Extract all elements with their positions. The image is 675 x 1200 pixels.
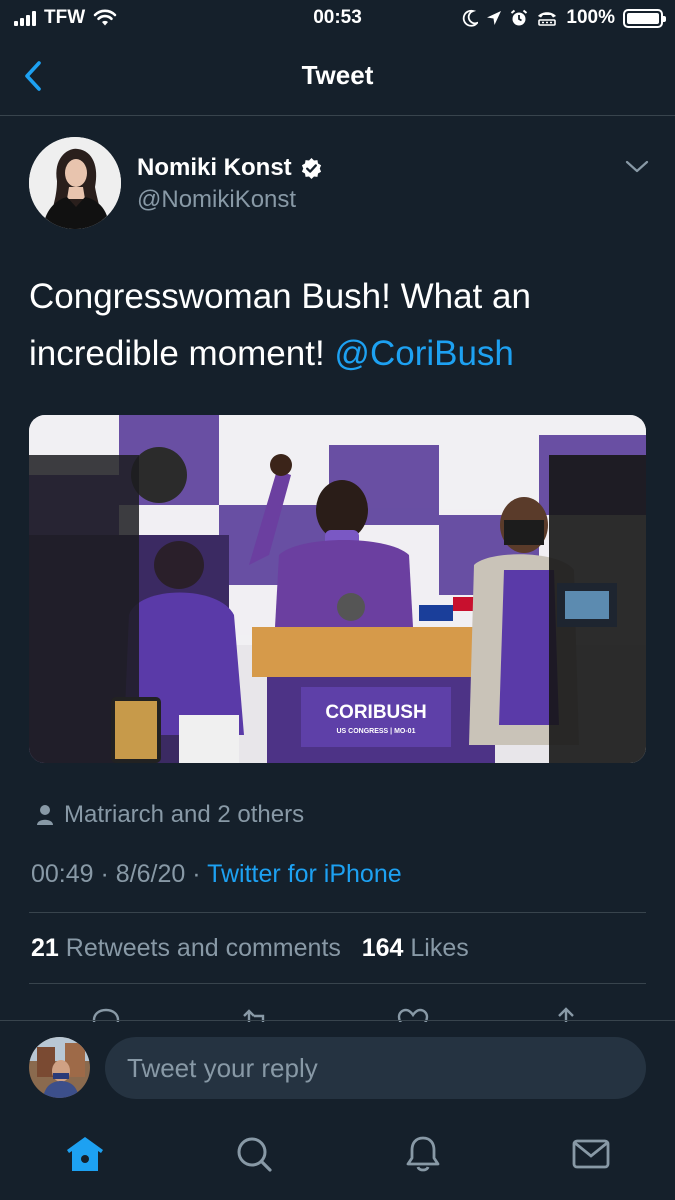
author-name[interactable]: Nomiki Konst <box>137 154 323 182</box>
page-title: Tweet <box>301 60 374 90</box>
retweets-stat[interactable]: 21 Retweets and comments <box>31 934 341 962</box>
mention-link[interactable]: @CoriBush <box>334 334 513 373</box>
author-handle[interactable]: @NomikiKonst <box>137 186 296 214</box>
liked-by[interactable]: Matriarch and 2 others <box>36 801 304 829</box>
tweet-date: 8/6/20 <box>115 860 186 888</box>
meta-separator: · <box>192 860 201 888</box>
verified-badge-icon <box>301 157 321 179</box>
tweet-meta: 00:49 · 8/6/20 · Twitter for iPhone <box>31 860 402 889</box>
tty-icon <box>538 12 557 26</box>
retweets-label[interactable]: Retweets and comments <box>66 934 341 962</box>
likes-label[interactable]: Likes <box>410 934 468 962</box>
location-icon <box>487 11 502 25</box>
liked-by-text[interactable]: Matriarch and 2 others <box>64 801 304 829</box>
mail-icon[interactable] <box>570 1133 612 1175</box>
battery-icon <box>623 8 666 28</box>
reply-input[interactable] <box>105 1037 646 1099</box>
author-name-text[interactable]: Nomiki Konst <box>137 154 292 182</box>
banner-name: CORIBUSH <box>325 702 426 723</box>
tweet-time: 00:49 <box>31 860 94 888</box>
banner-subtitle: US CONGRESS | MO-01 <box>337 728 416 735</box>
meta-separator: · <box>100 860 109 888</box>
tweet-photo[interactable]: CORIBUSH US CONGRESS | MO-01 <box>29 415 646 763</box>
divider <box>29 912 646 913</box>
home-icon[interactable] <box>64 1133 106 1175</box>
moon-icon <box>463 9 479 27</box>
tweet-text: Congresswoman Bush! What an incredible m… <box>29 268 649 382</box>
author-avatar[interactable] <box>29 137 121 229</box>
chevron-down-icon[interactable] <box>624 156 650 176</box>
retweets-count[interactable]: 21 <box>31 934 59 962</box>
status-bar: TFW 00:53 100% <box>0 0 675 38</box>
tweet-actions <box>0 1000 675 1022</box>
divider <box>29 983 646 984</box>
bell-icon[interactable] <box>402 1133 444 1175</box>
tweet-stats: 21 Retweets and comments 164 Likes <box>31 934 469 963</box>
battery-percent: 100% <box>566 7 615 28</box>
reply-bar <box>0 1020 675 1115</box>
likes-count[interactable]: 164 <box>362 934 404 962</box>
nav-bar: Tweet <box>0 38 675 116</box>
search-icon[interactable] <box>233 1133 275 1175</box>
person-icon <box>37 805 53 825</box>
alarm-icon <box>511 9 528 26</box>
tab-bar <box>0 1115 675 1200</box>
tweet-source-link[interactable]: Twitter for iPhone <box>207 860 402 888</box>
user-avatar[interactable] <box>29 1037 90 1098</box>
status-right: 100% <box>462 7 666 29</box>
likes-stat[interactable]: 164 Likes <box>362 934 469 962</box>
